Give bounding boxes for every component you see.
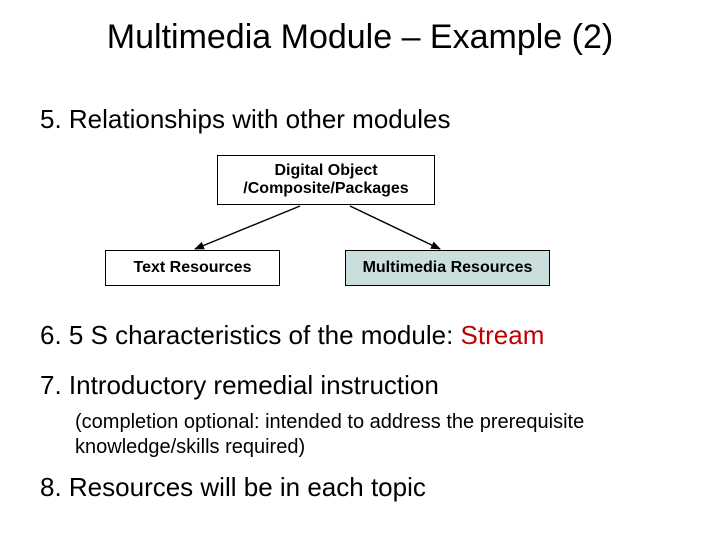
list-item-6-highlight: Stream (461, 320, 545, 350)
diagram-box-left-label: Text Resources (134, 259, 252, 277)
list-item-6: 6. 5 S characteristics of the module: St… (40, 320, 544, 351)
list-item-8: 8. Resources will be in each topic (40, 472, 426, 503)
list-item-5: 5. Relationships with other modules (40, 104, 450, 135)
diagram-box-top-line2: /Composite/Packages (243, 180, 408, 197)
slide-title: Multimedia Module – Example (2) (0, 18, 720, 57)
diagram-box-digital-object: Digital Object /Composite/Packages (217, 155, 435, 205)
list-item-7-subtext: (completion optional: intended to addres… (75, 410, 665, 460)
diagram-box-top-line1: Digital Object (274, 162, 377, 179)
list-item-6-prefix: 6. 5 S characteristics of the module: (40, 320, 461, 350)
list-item-7: 7. Introductory remedial instruction (40, 370, 439, 401)
diagram-box-right-label: Multimedia Resources (363, 259, 533, 277)
diagram-box-multimedia-resources: Multimedia Resources (345, 250, 550, 286)
diagram-box-text-resources: Text Resources (105, 250, 280, 286)
slide: Multimedia Module – Example (2) 5. Relat… (0, 0, 720, 540)
